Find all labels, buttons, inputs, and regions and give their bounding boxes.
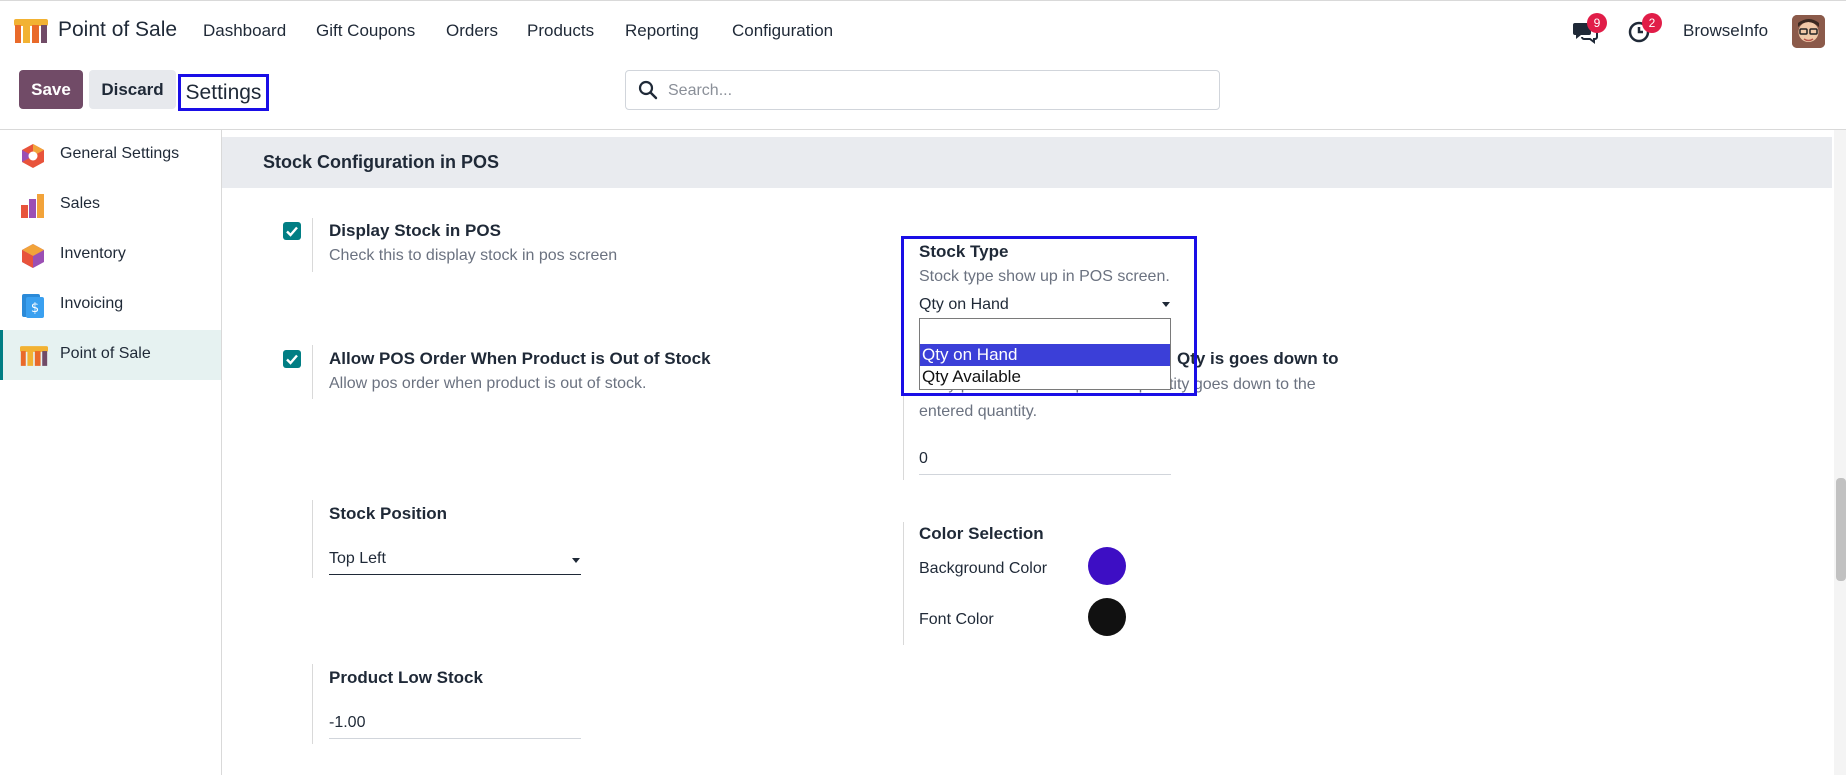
inventory-icon xyxy=(20,243,46,269)
low-stock-input[interactable]: -1.00 xyxy=(329,714,581,739)
invoicing-icon: $ xyxy=(20,293,46,319)
font-color-label: Font Color xyxy=(919,611,994,628)
activities-badge: 2 xyxy=(1642,13,1662,33)
divider xyxy=(903,522,904,645)
stock-position-select[interactable]: Top Left xyxy=(329,550,581,575)
low-stock-label: Product Low Stock xyxy=(329,668,483,687)
point-of-sale-icon xyxy=(20,343,48,369)
sidebar-item-label: Inventory xyxy=(60,245,126,262)
search-input[interactable] xyxy=(666,71,1210,111)
stock-position-label: Stock Position xyxy=(329,504,448,523)
general-settings-icon xyxy=(20,143,46,169)
sidebar-item-label: Sales xyxy=(60,195,101,212)
search-bar xyxy=(625,70,1220,111)
allow-order-description: Allow pos order when product is out of s… xyxy=(329,375,647,392)
sidebar-item-label: Point of Sale xyxy=(60,345,151,362)
display-stock-label: Display Stock in POS xyxy=(329,221,501,240)
menu-orders[interactable]: Orders xyxy=(446,21,498,41)
pos-app-icon[interactable] xyxy=(14,19,48,43)
divider xyxy=(312,218,313,272)
highlight-box xyxy=(901,236,1197,396)
display-stock-checkbox[interactable] xyxy=(283,222,301,240)
sidebar-item-inventory[interactable]: Inventory xyxy=(0,230,221,280)
divider xyxy=(312,345,313,399)
deny-order-description-cont: entered quantity. xyxy=(919,403,1038,420)
allow-order-label: Allow POS Order When Product is Out of S… xyxy=(329,349,711,368)
divider xyxy=(312,500,313,578)
sidebar-item-sales[interactable]: Sales xyxy=(0,180,221,230)
sidebar-item-label: Invoicing xyxy=(60,295,124,312)
sales-icon xyxy=(20,193,46,219)
svg-text:$: $ xyxy=(31,301,39,316)
divider xyxy=(312,664,313,744)
search-icon xyxy=(638,80,658,105)
deny-order-label: Qty is goes down to xyxy=(1177,349,1339,368)
background-color-swatch[interactable] xyxy=(1088,547,1126,585)
background-color-label: Background Color xyxy=(919,560,1048,577)
sidebar-item-point-of-sale[interactable]: Point of Sale xyxy=(0,330,221,380)
sidebar-item-label: General Settings xyxy=(60,145,180,162)
sidebar-item-general-settings[interactable]: General Settings xyxy=(0,130,221,180)
deny-order-quantity-input[interactable]: 0 xyxy=(919,450,1171,475)
breadcrumb: Settings xyxy=(178,74,269,111)
user-menu[interactable]: BrowseInfo xyxy=(1683,21,1768,41)
sidebar-item-invoicing[interactable]: $ Invoicing xyxy=(0,280,221,330)
chevron-down-icon xyxy=(572,558,580,563)
menu-gift-coupons[interactable]: Gift Coupons xyxy=(316,21,415,41)
menu-configuration[interactable]: Configuration xyxy=(732,21,833,41)
section-title: Stock Configuration in POS xyxy=(263,152,500,172)
scrollbar-thumb[interactable] xyxy=(1836,478,1846,581)
stock-position-value: Top Left xyxy=(329,550,386,567)
save-button[interactable]: Save xyxy=(19,70,83,109)
menu-dashboard[interactable]: Dashboard xyxy=(203,21,286,41)
allow-order-checkbox[interactable] xyxy=(283,350,301,368)
messages-icon[interactable]: 9 xyxy=(1572,13,1607,44)
discard-button[interactable]: Discard xyxy=(89,70,176,109)
menu-products[interactable]: Products xyxy=(527,21,594,41)
menu-reporting[interactable]: Reporting xyxy=(625,21,699,41)
color-selection-label: Color Selection xyxy=(919,524,1044,543)
avatar[interactable] xyxy=(1792,15,1825,48)
activity-clock-icon[interactable]: 2 xyxy=(1628,13,1662,44)
settings-sidebar: General Settings Sales Inventory $ Invoi… xyxy=(0,130,222,775)
app-title[interactable]: Point of Sale xyxy=(58,18,177,42)
font-color-swatch[interactable] xyxy=(1088,598,1126,636)
scrollbar[interactable] xyxy=(1834,130,1846,775)
display-stock-description: Check this to display stock in pos scree… xyxy=(329,247,618,264)
messages-badge: 9 xyxy=(1587,13,1607,33)
